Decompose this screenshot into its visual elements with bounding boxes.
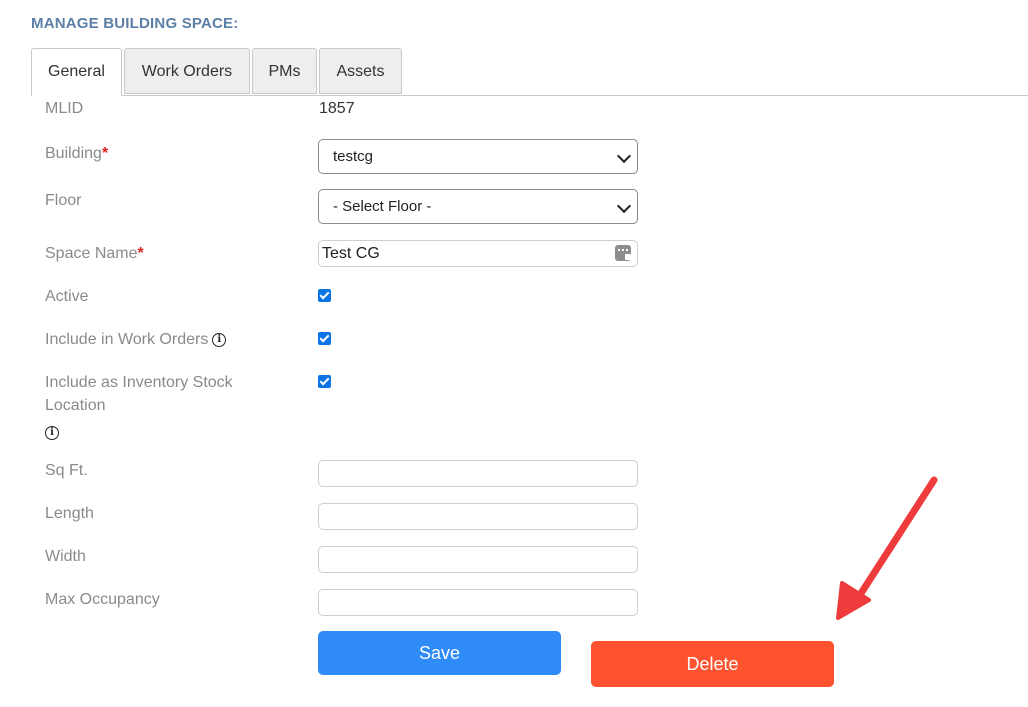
include-inventory-text-line1: Include as Inventory Stock [45,374,233,391]
building-label-text: Building [45,145,102,162]
required-marker: * [101,145,109,162]
sq-ft-label: Sq Ft. [45,462,88,479]
width-label: Width [45,548,86,565]
space-name-label: Space Name* [45,242,144,265]
delete-button[interactable]: Delete [591,641,834,687]
floor-select-value: - Select Floor - [333,198,432,215]
active-checkbox[interactable] [318,289,331,302]
mlid-label: MLID [45,100,84,117]
include-work-orders-text: Include in Work Orders [45,331,209,348]
tab-general[interactable]: General [31,48,122,96]
keyboard-icon[interactable] [615,245,631,261]
include-work-orders-checkbox[interactable] [318,332,331,345]
width-input[interactable] [318,546,638,573]
tab-pms[interactable]: PMs [252,48,317,94]
tab-work-orders[interactable]: Work Orders [124,48,250,94]
save-button[interactable]: Save [318,631,561,675]
active-label: Active [45,288,89,305]
include-inventory-text-line2: Location [45,397,106,414]
tab-bar: General Work Orders PMs Assets [31,48,1028,96]
page-title: MANAGE BUILDING SPACE: [31,15,239,32]
include-inventory-checkbox[interactable] [318,375,331,388]
max-occupancy-input[interactable] [318,589,638,616]
building-select-value: testcg [333,148,374,165]
info-icon[interactable]: i [212,332,227,347]
floor-select[interactable]: - Select Floor - [318,189,638,224]
length-input[interactable] [318,503,638,530]
length-label: Length [45,505,94,522]
required-marker: * [137,245,144,262]
tab-assets[interactable]: Assets [319,48,402,94]
info-icon[interactable]: i [45,425,59,440]
space-name-label-text: Space Name [45,245,138,262]
chevron-down-icon [616,198,632,214]
building-label: Building* [45,142,108,165]
space-name-input[interactable]: Test CG [318,240,638,267]
building-select[interactable]: testcg [318,139,638,174]
sq-ft-input[interactable] [318,460,638,487]
include-inventory-label: Include as Inventory Stock Location i [45,371,233,444]
floor-label: Floor [45,192,82,209]
mlid-value: 1857 [319,100,355,117]
max-occupancy-label: Max Occupancy [45,591,160,608]
include-work-orders-label: Include in Work Orders i [45,328,227,351]
space-name-value: Test CG [322,245,380,262]
chevron-down-icon [616,148,632,164]
